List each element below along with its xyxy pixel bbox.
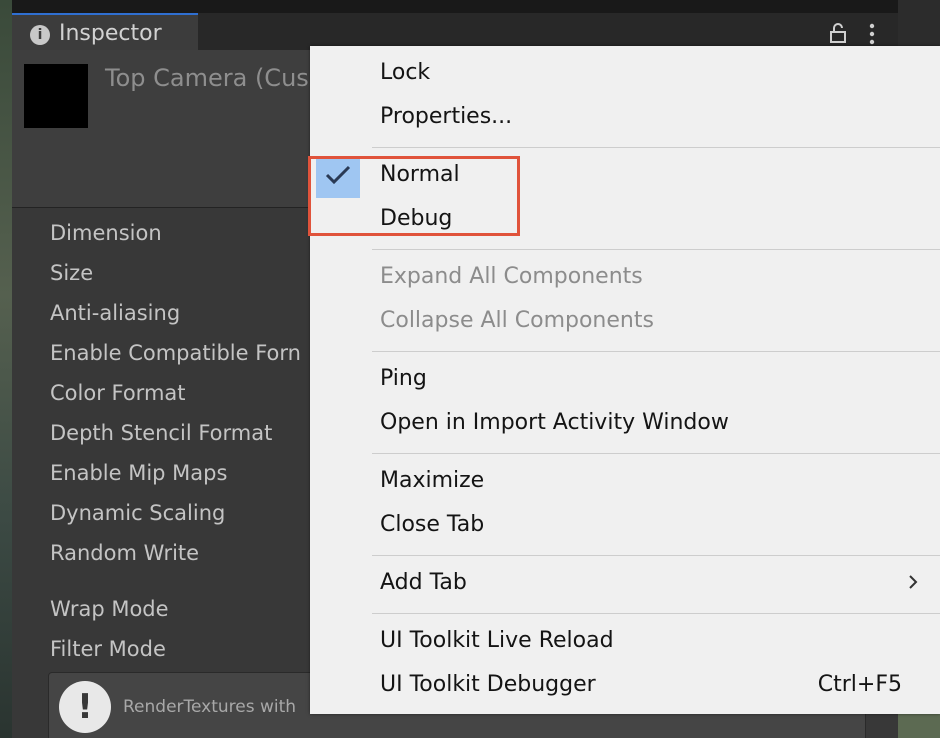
chevron-right-icon: [909, 575, 918, 589]
asset-thumbnail: [24, 64, 88, 128]
property-enable-mip-maps: Enable Mip Maps: [50, 461, 228, 485]
menu-item-uitk-debugger[interactable]: UI Toolkit Debugger: [380, 672, 596, 697]
menu-separator: [372, 453, 940, 454]
menu-item-uitk-live-reload[interactable]: UI Toolkit Live Reload: [380, 628, 614, 653]
info-icon: i: [30, 25, 50, 45]
menu-item-close-tab[interactable]: Close Tab: [380, 512, 484, 537]
editor-scene: i Inspector Top Camera (Cus Dimension Si…: [0, 0, 940, 738]
menu-item-properties[interactable]: Properties...: [380, 104, 512, 129]
kebab-menu-icon[interactable]: [864, 22, 880, 46]
property-enable-compatible-format: Enable Compatible Forn: [50, 341, 301, 365]
lock-icon[interactable]: [827, 22, 849, 44]
tab-bar: i Inspector: [12, 13, 898, 50]
menu-separator: [372, 613, 940, 614]
top-bar: [12, 0, 898, 13]
menu-item-collapse-all: Collapse All Components: [380, 308, 654, 333]
menu-item-maximize[interactable]: Maximize: [380, 468, 484, 493]
help-text: RenderTextures with: [123, 697, 297, 717]
scene-view-edge: [0, 0, 12, 738]
shortcut-label: Ctrl+F5: [817, 672, 902, 697]
property-random-write: Random Write: [50, 541, 200, 565]
annotation-highlight-box: [308, 156, 520, 236]
property-wrap-mode: Wrap Mode: [50, 597, 169, 621]
property-dynamic-scaling: Dynamic Scaling: [50, 501, 226, 525]
property-filter-mode: Filter Mode: [50, 637, 166, 661]
property-size: Size: [50, 261, 94, 285]
context-menu: Lock Properties... Normal Debug Expand A…: [310, 46, 940, 714]
warning-icon: !: [59, 681, 111, 733]
property-anti-aliasing: Anti-aliasing: [50, 301, 181, 325]
menu-separator: [372, 351, 940, 352]
menu-separator: [372, 249, 940, 250]
menu-item-open-import-activity[interactable]: Open in Import Activity Window: [380, 410, 729, 435]
property-dimension: Dimension: [50, 221, 162, 245]
menu-item-ping[interactable]: Ping: [380, 366, 427, 391]
object-name: Top Camera (Cus: [105, 64, 309, 92]
property-color-format: Color Format: [50, 381, 186, 405]
menu-item-lock[interactable]: Lock: [380, 60, 430, 85]
tab-inspector[interactable]: i Inspector: [12, 13, 198, 50]
tab-label: Inspector: [59, 21, 162, 46]
menu-separator: [372, 555, 940, 556]
property-depth-stencil-format: Depth Stencil Format: [50, 421, 273, 445]
menu-item-add-tab[interactable]: Add Tab: [380, 570, 467, 595]
menu-item-expand-all: Expand All Components: [380, 264, 643, 289]
menu-separator: [372, 147, 940, 148]
